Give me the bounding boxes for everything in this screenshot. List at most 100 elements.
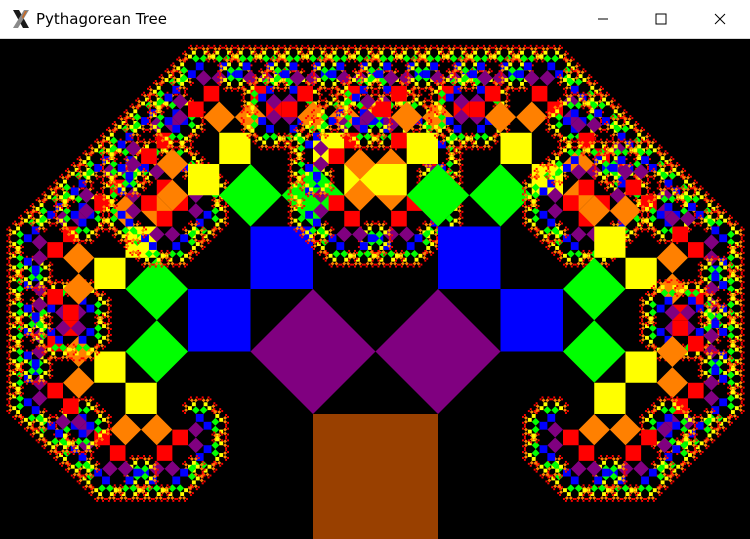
tree-square xyxy=(201,247,204,250)
tree-square xyxy=(172,429,188,446)
tree-square xyxy=(344,257,349,262)
tree-square xyxy=(123,117,126,120)
tree-square xyxy=(357,81,360,84)
tree-square xyxy=(395,259,397,262)
tree-square xyxy=(305,105,308,108)
tree-square xyxy=(37,199,42,204)
tree-square xyxy=(402,251,405,254)
tree-square xyxy=(107,318,110,321)
tree-square xyxy=(131,195,134,198)
tree-square xyxy=(160,136,163,139)
tree-square xyxy=(322,257,325,260)
tree-square xyxy=(178,265,181,268)
tree-square xyxy=(100,199,103,202)
tree-square xyxy=(186,263,188,266)
tree-square xyxy=(307,115,310,118)
tree-square xyxy=(14,277,17,280)
tree-square xyxy=(96,437,99,440)
tree-square xyxy=(94,417,103,426)
tree-square xyxy=(287,199,290,202)
tree-square xyxy=(152,111,155,114)
tree-square xyxy=(146,128,149,131)
tree-square xyxy=(391,64,394,67)
tree-square xyxy=(8,349,13,354)
tree-square xyxy=(125,382,157,414)
tree-square xyxy=(98,345,101,348)
tree-square xyxy=(322,105,325,108)
tree-square xyxy=(31,234,48,250)
tree-square xyxy=(23,287,26,289)
tree-square xyxy=(336,242,345,250)
tree-square xyxy=(342,265,345,268)
tree-square xyxy=(27,421,32,426)
tree-square xyxy=(94,462,99,467)
tree-square xyxy=(148,107,151,110)
tree-square xyxy=(404,76,407,79)
tree-square xyxy=(63,433,67,438)
tree-square xyxy=(78,156,81,159)
tree-square xyxy=(98,193,101,196)
tree-square xyxy=(145,175,147,178)
tree-square xyxy=(352,46,355,49)
tree-square xyxy=(287,187,290,190)
tree-square xyxy=(43,359,48,364)
minimize-button[interactable] xyxy=(580,0,626,38)
pythagorean-tree-drawing xyxy=(6,44,745,539)
tree-square xyxy=(225,46,230,51)
tree-square xyxy=(211,466,216,471)
tree-square xyxy=(445,158,448,161)
tree-square xyxy=(305,124,310,129)
maximize-button[interactable] xyxy=(638,0,684,38)
tree-square xyxy=(379,62,384,67)
tree-square xyxy=(6,363,9,366)
tree-square xyxy=(225,179,228,182)
tree-square xyxy=(146,456,151,461)
tree-square xyxy=(207,406,212,411)
tree-square xyxy=(412,91,415,94)
tree-square xyxy=(342,44,345,47)
tree-square xyxy=(8,357,13,362)
tree-square xyxy=(297,64,300,67)
tree-square xyxy=(47,304,56,313)
tree-square xyxy=(78,359,81,362)
tree-square xyxy=(84,242,87,245)
tree-square xyxy=(188,152,190,155)
tree-square xyxy=(432,222,435,225)
tree-square xyxy=(152,263,155,266)
tree-square xyxy=(102,314,105,317)
tree-square xyxy=(354,249,356,252)
tree-square xyxy=(262,50,267,55)
tree-square xyxy=(295,183,298,186)
tree-square xyxy=(203,240,206,243)
tree-square xyxy=(375,101,392,118)
tree-square xyxy=(8,390,11,393)
tree-square xyxy=(299,46,304,51)
tree-square xyxy=(377,68,380,71)
tree-square xyxy=(137,138,140,141)
tree-square xyxy=(96,236,99,239)
title-bar[interactable]: Pythagorean Tree xyxy=(0,0,750,39)
tree-square xyxy=(313,244,317,248)
tree-square xyxy=(426,251,429,254)
tree-square xyxy=(70,474,73,477)
tree-square xyxy=(363,146,366,149)
tree-square xyxy=(92,398,95,401)
tree-square xyxy=(404,46,409,51)
tree-square xyxy=(109,316,112,319)
tree-square xyxy=(305,46,308,49)
tree-square xyxy=(21,386,24,389)
tree-square xyxy=(213,226,216,229)
tree-square xyxy=(66,441,71,446)
tree-square xyxy=(330,189,333,192)
close-button[interactable] xyxy=(697,0,743,38)
tree-square xyxy=(303,158,306,161)
tree-square xyxy=(188,255,192,260)
tree-square xyxy=(92,187,95,190)
tree-square xyxy=(328,195,345,211)
tree-square xyxy=(12,298,15,301)
tree-square xyxy=(6,374,9,377)
tree-square xyxy=(201,130,204,133)
tree-square xyxy=(348,74,351,77)
tree-square xyxy=(357,111,360,114)
tree-square xyxy=(289,44,292,47)
